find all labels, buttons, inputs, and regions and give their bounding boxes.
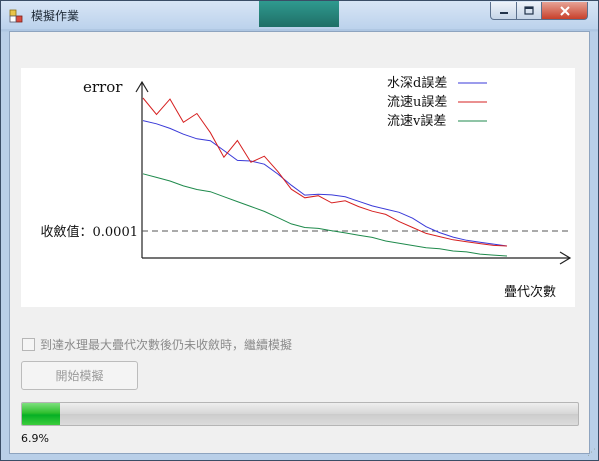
progress-text: 6.9% <box>21 432 49 445</box>
maximize-icon <box>524 6 534 15</box>
title-bar[interactable]: 模擬作業 <box>1 1 598 29</box>
minimize-button[interactable] <box>490 2 517 20</box>
series-line-2 <box>142 97 508 247</box>
x-axis-label: 疊代次數 <box>504 284 556 300</box>
continue-simulation-label: 到達水理最大疊代次數後仍未收斂時，繼續模擬 <box>40 337 293 352</box>
app-window: 模擬作業 收斂值：0.0001 error 疊代次數 水深d誤差 流速u誤差 流… <box>0 0 599 461</box>
error-chart: 收斂值：0.0001 error 疊代次數 水深d誤差流速u誤差流速v誤差 <box>21 68 575 307</box>
chart-canvas: 收斂值：0.0001 error 疊代次數 水深d誤差流速u誤差流速v誤差 <box>41 75 572 300</box>
close-button[interactable] <box>541 2 588 20</box>
minimize-icon <box>499 11 508 14</box>
progress-fill <box>22 403 61 425</box>
series-line-1 <box>142 120 508 247</box>
y-axis-label: error <box>83 78 123 96</box>
series-line-3 <box>142 173 508 257</box>
client-area: 收斂值：0.0001 error 疊代次數 水深d誤差流速u誤差流速v誤差 到達… <box>9 31 590 454</box>
resize-grip-icon[interactable]: ⋰ <box>587 448 596 458</box>
start-simulation-button[interactable]: 開始模擬 <box>21 361 138 390</box>
close-icon <box>559 5 570 16</box>
legend-label-3: 流速v誤差 <box>387 113 446 129</box>
continue-simulation-option[interactable]: 到達水理最大疊代次數後仍未收斂時，繼續模擬 <box>22 336 292 352</box>
continue-simulation-checkbox[interactable] <box>22 337 35 351</box>
app-icon <box>9 9 23 23</box>
progress-bar <box>21 402 579 426</box>
legend-label-1: 水深d誤差 <box>387 75 447 91</box>
background-window-tab <box>259 1 339 27</box>
legend-label-2: 流速u誤差 <box>387 94 447 110</box>
start-simulation-label: 開始模擬 <box>55 369 104 383</box>
maximize-button[interactable] <box>516 2 542 20</box>
threshold-label: 收斂值：0.0001 <box>41 224 139 240</box>
window-title: 模擬作業 <box>31 9 80 23</box>
